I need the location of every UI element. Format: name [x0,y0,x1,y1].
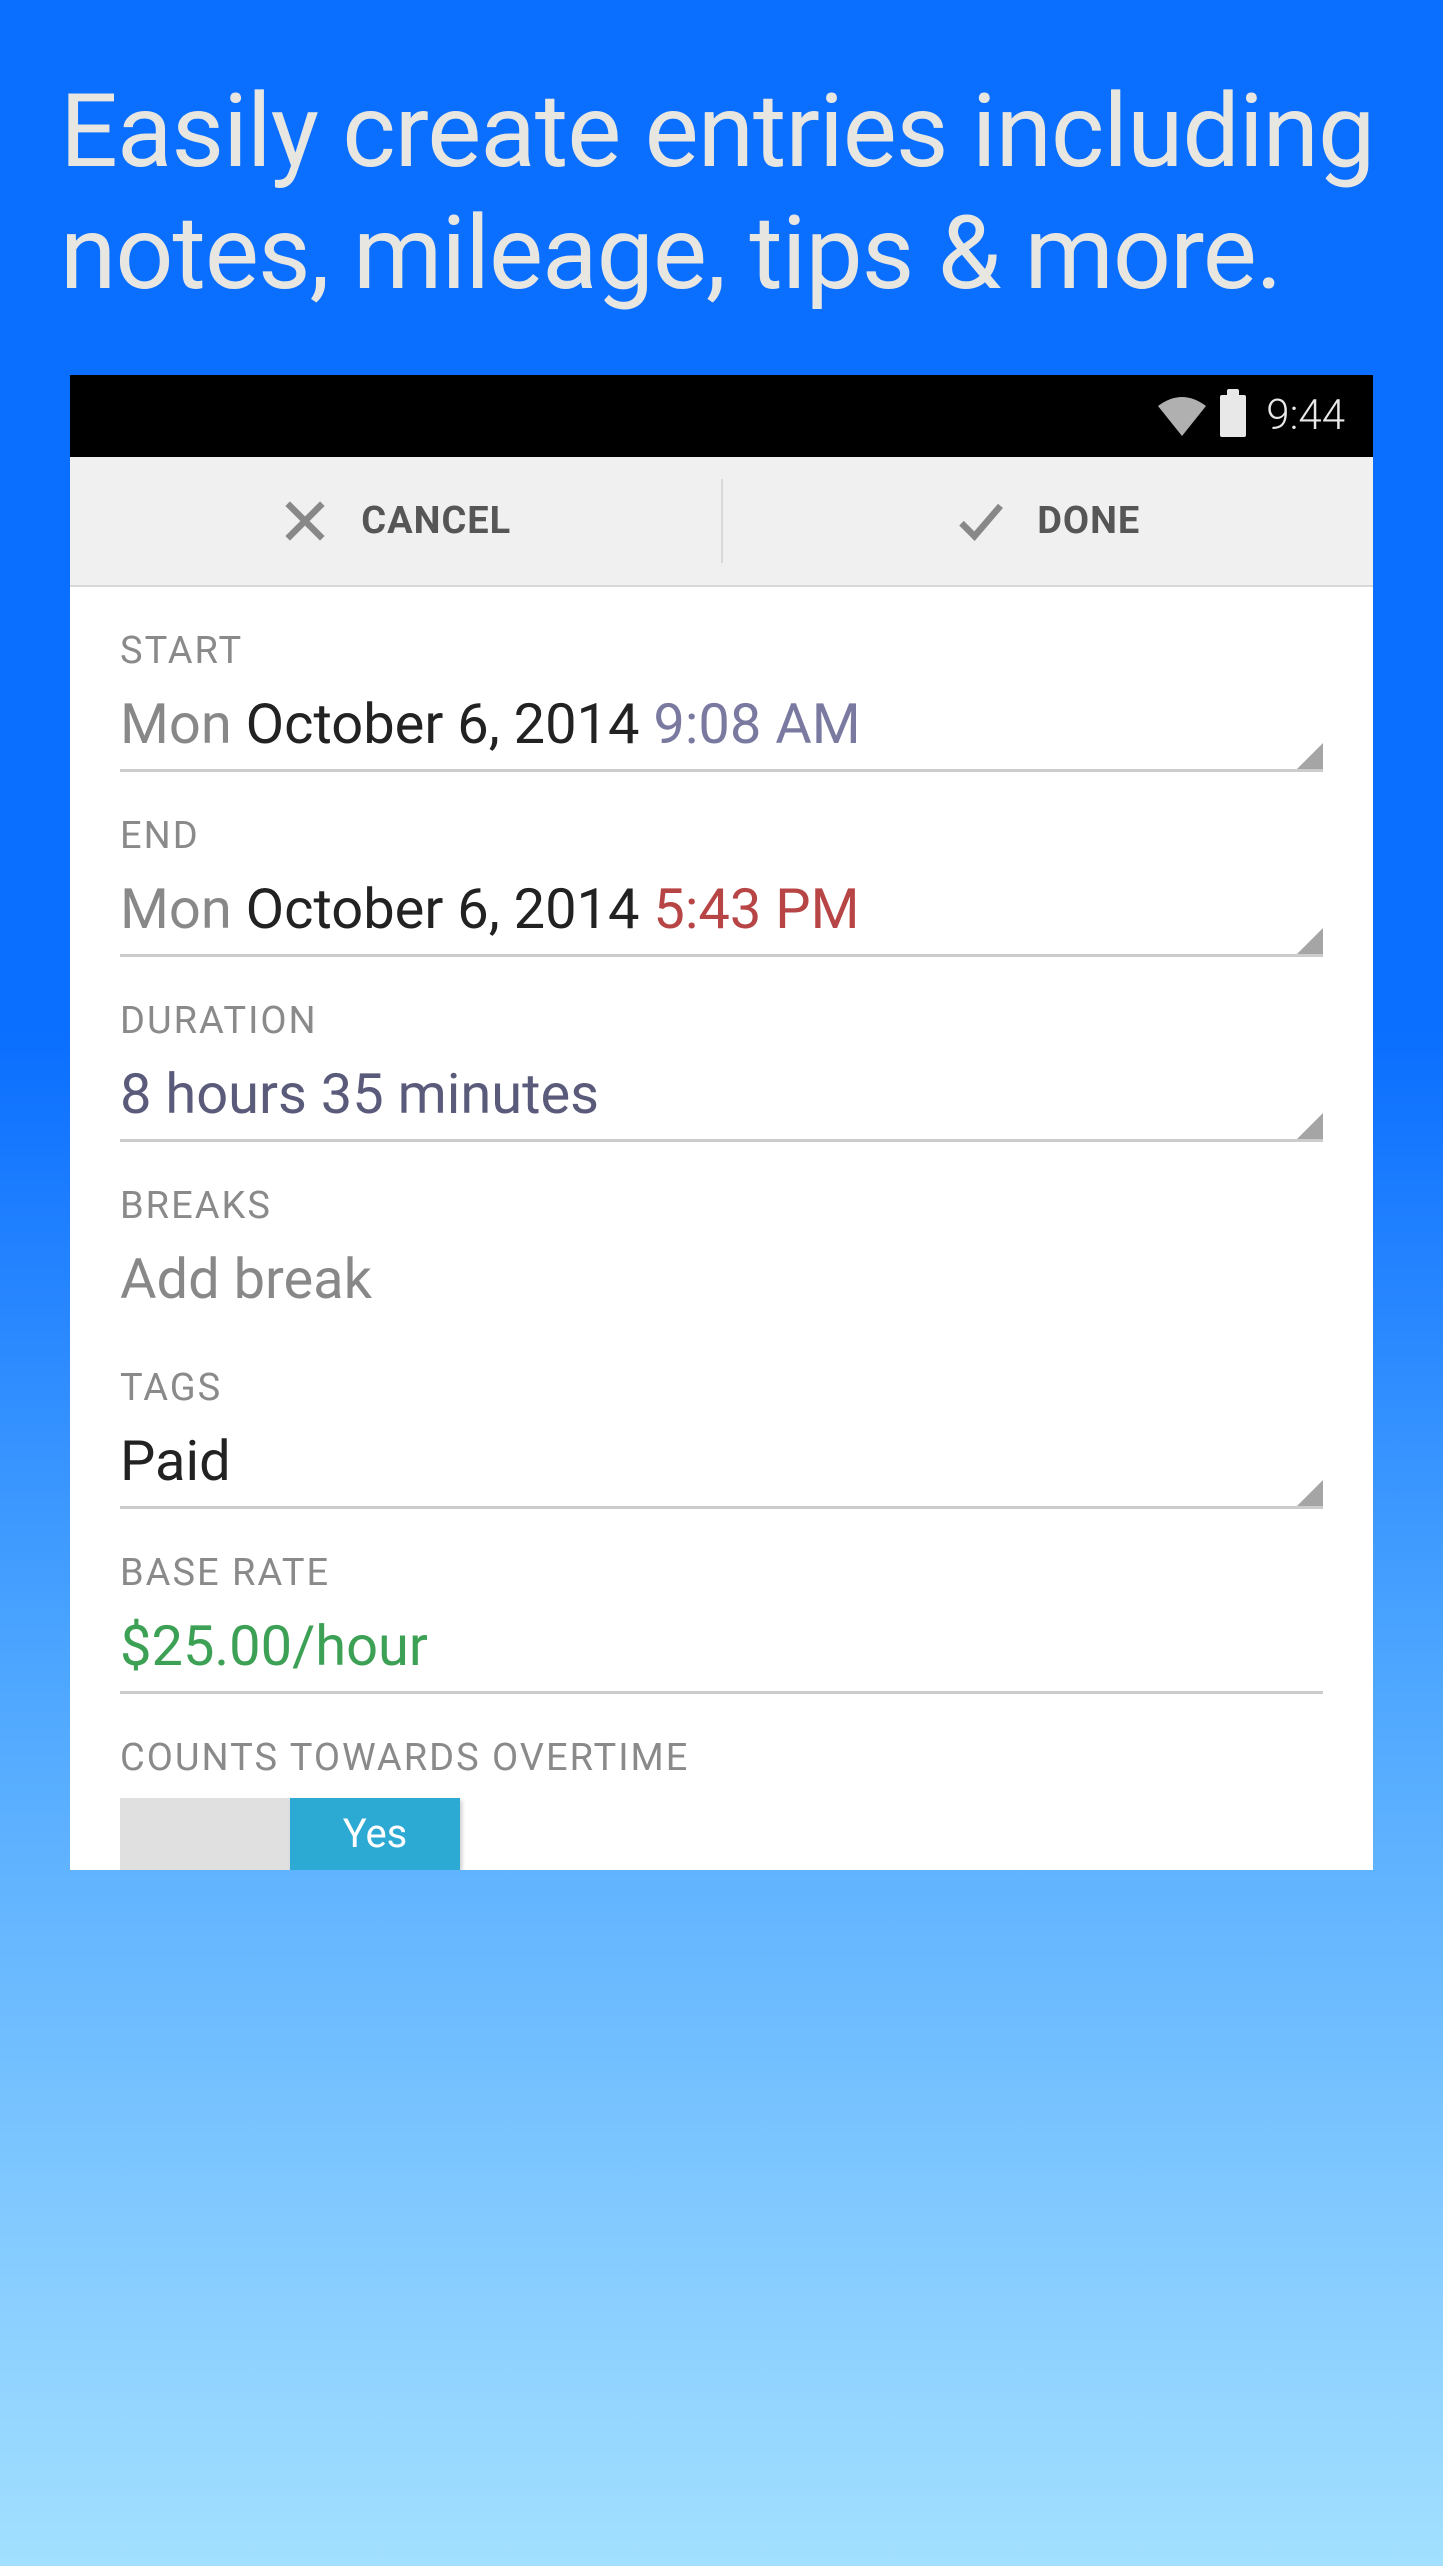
start-section: START Mon October 6, 2014 9:08 AM [120,587,1323,772]
end-date: October 6, 2014 [246,876,640,942]
end-field[interactable]: Mon October 6, 2014 5:43 PM [120,876,1323,957]
done-button[interactable]: DONE [723,457,1374,585]
tags-label: TAGS [120,1366,1323,1410]
base-rate-label: BASE RATE [120,1551,1323,1595]
start-time: 9:08 AM [653,691,860,757]
marketing-headline: Easily create entries including notes, m… [0,0,1443,375]
duration-value: 8 hours 35 minutes [120,1061,1323,1139]
start-value: Mon October 6, 2014 9:08 AM [120,691,1323,769]
wifi-icon [1158,396,1206,436]
end-time: 5:43 PM [653,876,859,942]
breaks-label: BREAKS [120,1184,1323,1228]
status-time: 9:44 [1266,391,1345,440]
tags-field[interactable]: Paid [120,1428,1323,1509]
overtime-toggle[interactable]: Yes [120,1798,460,1870]
start-label: START [120,629,1323,673]
overtime-toggle-yes: Yes [290,1798,460,1870]
start-date: October 6, 2014 [246,691,640,757]
overtime-section: COUNTS TOWARDS OVERTIME Yes [120,1694,1323,1870]
overtime-label: COUNTS TOWARDS OVERTIME [120,1736,1323,1780]
status-bar: 9:44 [70,375,1373,457]
cancel-label: CANCEL [361,499,511,543]
tags-value: Paid [120,1428,1323,1506]
duration-label: DURATION [120,999,1323,1043]
end-label: END [120,814,1323,858]
battery-icon [1220,395,1246,437]
done-label: DONE [1037,499,1140,543]
end-section: END Mon October 6, 2014 5:43 PM [120,772,1323,957]
add-break-button[interactable]: Add break [120,1246,1323,1324]
tags-section: TAGS Paid [120,1324,1323,1509]
overtime-toggle-no [120,1798,290,1870]
base-rate-value: $25.00/hour [120,1613,1323,1691]
cancel-button[interactable]: CANCEL [70,457,721,585]
phone-screen: 9:44 CANCEL DONE START Mon October 6, [70,375,1373,1870]
duration-field[interactable]: 8 hours 35 minutes [120,1061,1323,1142]
base-rate-field[interactable]: $25.00/hour [120,1613,1323,1694]
end-value: Mon October 6, 2014 5:43 PM [120,876,1323,954]
duration-section: DURATION 8 hours 35 minutes [120,957,1323,1142]
base-rate-section: BASE RATE $25.00/hour [120,1509,1323,1694]
start-field[interactable]: Mon October 6, 2014 9:08 AM [120,691,1323,772]
start-day: Mon [120,691,232,757]
close-icon [279,495,331,547]
action-bar: CANCEL DONE [70,457,1373,587]
form-content: START Mon October 6, 2014 9:08 AM END Mo… [70,587,1373,1870]
end-day: Mon [120,876,232,942]
breaks-section: BREAKS Add break [120,1142,1323,1324]
check-icon [955,495,1007,547]
